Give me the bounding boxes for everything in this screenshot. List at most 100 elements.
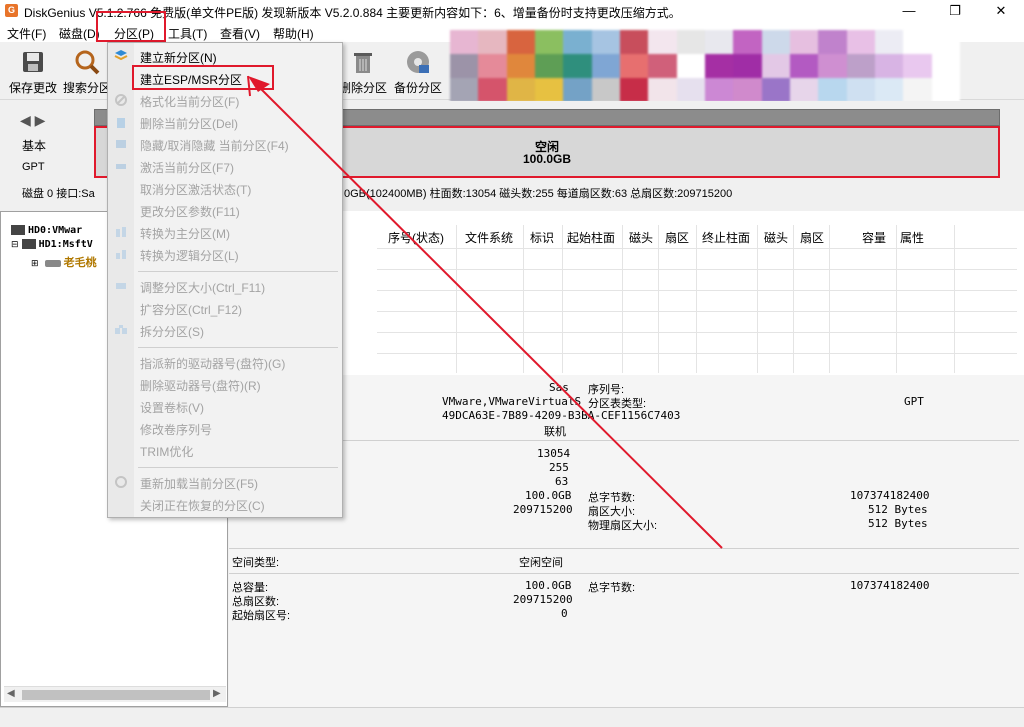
- tree-item-hd1[interactable]: ⊟ HD1:MsftV: [11, 238, 93, 250]
- menu-tools[interactable]: 工具(T): [168, 25, 207, 42]
- backup-partition-button[interactable]: 备份分区: [393, 48, 443, 96]
- partition-menu-highlight: [96, 11, 166, 42]
- detail-start-sec-value: 0: [561, 607, 568, 620]
- menu-item-trim[interactable]: TRIM优化: [140, 443, 193, 460]
- resize-icon: [116, 283, 126, 289]
- tree-item-partition-label: 老毛桃: [63, 257, 97, 269]
- split-icon: [115, 325, 127, 334]
- menu-item-to-logical[interactable]: 转换为逻辑分区(L): [140, 247, 239, 264]
- convert-primary-icon: [116, 227, 126, 237]
- col-end-sector[interactable]: 扇区: [800, 229, 824, 246]
- save-changes-label: 保存更改: [8, 81, 57, 95]
- menu-item-reload[interactable]: 重新加载当前分区(F5): [140, 475, 258, 492]
- disk-info-left: 磁盘 0 接口:Sa: [22, 188, 95, 200]
- menu-item-activate[interactable]: 激活当前分区(F7): [140, 159, 234, 176]
- tree-item-hd0-label: HD0:VMwar: [28, 225, 83, 236]
- disk-nav-arrows[interactable]: ◀ ▶: [20, 112, 45, 129]
- delete-icon: [117, 118, 125, 128]
- details-separator: [229, 440, 1019, 441]
- collapse-icon[interactable]: ⊟: [11, 239, 19, 249]
- menu-item-to-primary[interactable]: 转换为主分区(M): [140, 225, 230, 242]
- col-index-status[interactable]: 序号(状态): [388, 229, 444, 246]
- grid-line: [377, 248, 1017, 249]
- blurred-ad-banner: [450, 30, 960, 102]
- new-partition-icon: [114, 50, 128, 61]
- details-separator: [229, 573, 1019, 574]
- backup-disk-icon: [407, 51, 429, 73]
- detail-start-sec-label: 起始扇区号:: [232, 610, 291, 622]
- menu-item-new-partition[interactable]: 建立新分区(N): [140, 49, 217, 66]
- menu-separator: [138, 347, 338, 348]
- delete-partition-button[interactable]: 删除分区: [338, 48, 388, 96]
- col-end-cylinder[interactable]: 终止柱面: [702, 229, 750, 246]
- menu-file[interactable]: 文件(F): [7, 25, 46, 42]
- menu-item-hide[interactable]: 隐藏/取消隐藏 当前分区(F4): [140, 137, 289, 154]
- menu-disk[interactable]: 磁盘(D): [59, 25, 100, 42]
- menu-item-deactivate[interactable]: 取消分区激活状态(T): [140, 181, 251, 198]
- detail-status-value: 联机: [544, 426, 566, 438]
- tree-item-partition[interactable]: ⊞ 老毛桃: [31, 254, 97, 270]
- menu-item-extend[interactable]: 扩容分区(Ctrl_F12): [140, 301, 242, 318]
- detail-capacity-value: 100.0GB: [525, 489, 572, 502]
- detail-space-type-value: 空闲空间: [519, 557, 563, 569]
- status-bar: [0, 707, 1024, 727]
- format-icon: [115, 94, 127, 106]
- reload-icon: [115, 476, 127, 488]
- detail-sectors-value: 63: [555, 475, 569, 488]
- esp-msr-highlight-box: [132, 65, 274, 90]
- maximize-button[interactable]: ❐: [932, 0, 978, 22]
- save-icon: [23, 52, 43, 72]
- disk-type-basic: 基本: [22, 139, 47, 153]
- detail-total-bytes-value: 107374182400: [850, 489, 930, 502]
- menu-separator: [138, 271, 338, 272]
- menu-item-delete[interactable]: 删除当前分区(Del): [140, 115, 238, 132]
- col-filesystem[interactable]: 文件系统: [465, 229, 513, 246]
- grid-line: [377, 332, 1017, 333]
- search-partition-button[interactable]: 搜索分区: [62, 48, 112, 96]
- tree-item-hd0[interactable]: HD0:VMwar: [11, 224, 82, 236]
- tree-horizontal-scrollbar[interactable]: ◀ ▶: [4, 686, 226, 702]
- disk-info-right: 0GB(102400MB) 柱面数:13054 磁头数:255 每道扇区数:63…: [344, 188, 733, 200]
- grid-line: [377, 353, 1017, 354]
- save-changes-button[interactable]: 保存更改: [8, 48, 58, 96]
- col-end-head[interactable]: 磁头: [764, 229, 788, 246]
- menu-item-split[interactable]: 拆分分区(S): [140, 323, 204, 340]
- detail-heads-value: 255: [549, 461, 569, 474]
- menu-help[interactable]: 帮助(H): [273, 25, 314, 42]
- menu-item-set-label[interactable]: 设置卷标(V): [140, 399, 204, 416]
- menu-view[interactable]: 查看(V): [220, 25, 260, 42]
- expand-icon[interactable]: ⊞: [31, 258, 39, 268]
- detail-phys-sector-label: 物理扇区大小:: [588, 520, 658, 532]
- col-start-sector[interactable]: 扇区: [665, 229, 689, 246]
- detail-table-type-label: 分区表类型:: [588, 398, 647, 410]
- app-icon: G: [5, 4, 18, 17]
- col-start-cylinder[interactable]: 起始柱面: [567, 229, 615, 246]
- close-button[interactable]: ✕: [978, 0, 1024, 22]
- menu-item-change-params[interactable]: 更改分区参数(F11): [140, 203, 240, 220]
- menu-item-format[interactable]: 格式化当前分区(F): [140, 93, 239, 110]
- scroll-left-icon[interactable]: ◀: [7, 688, 15, 699]
- delete-partition-label: 删除分区: [338, 81, 387, 95]
- partition-dropdown-menu: 建立新分区(N) 建立ESP/MSR分区 格式化当前分区(F) 删除当前分区(D…: [107, 42, 343, 518]
- col-capacity[interactable]: 容量: [862, 229, 886, 246]
- menu-item-remove-letter[interactable]: 删除驱动器号(盘符)(R): [140, 377, 261, 394]
- detail-total-bytes2-value: 107374182400: [850, 579, 930, 592]
- detail-interface-value: Sas: [549, 381, 569, 394]
- backup-partition-label: 备份分区: [393, 81, 442, 95]
- detail-total-sec-value: 209715200: [513, 593, 573, 606]
- menu-item-assign-letter[interactable]: 指派新的驱动器号(盘符)(G): [140, 355, 285, 372]
- scroll-right-icon[interactable]: ▶: [213, 688, 221, 699]
- col-id[interactable]: 标识: [530, 229, 554, 246]
- minimize-button[interactable]: —: [886, 0, 932, 22]
- drive-icon: [44, 259, 61, 267]
- detail-phys-sector-value: 512 Bytes: [868, 517, 928, 530]
- detail-sector-size-value: 512 Bytes: [868, 503, 928, 516]
- activate-icon: [116, 164, 126, 169]
- menu-item-resize[interactable]: 调整分区大小(Ctrl_F11): [140, 279, 265, 296]
- scroll-thumb[interactable]: [22, 690, 210, 700]
- menu-item-change-serial[interactable]: 修改卷序列号: [140, 421, 212, 438]
- menu-item-close-recovering[interactable]: 关闭正在恢复的分区(C): [140, 497, 265, 514]
- search-icon: [75, 50, 100, 75]
- col-attributes[interactable]: 属性: [900, 229, 924, 246]
- col-start-head[interactable]: 磁头: [629, 229, 653, 246]
